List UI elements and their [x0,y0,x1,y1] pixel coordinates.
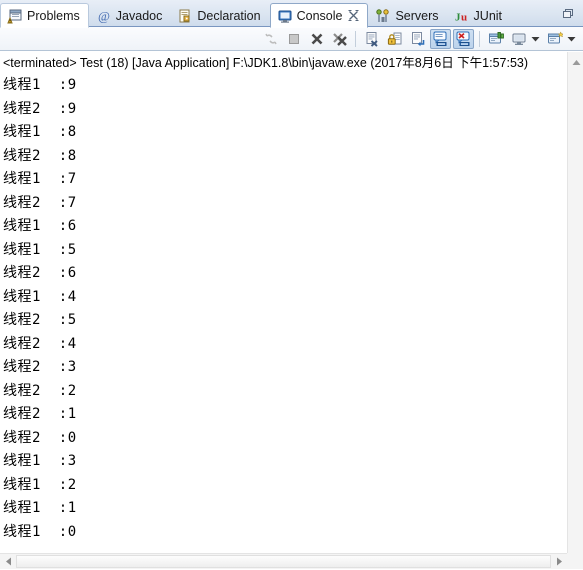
console-view: <terminated> Test (18) [Java Application… [0,52,583,569]
tab-javadoc[interactable]: @ Javadoc [90,4,171,28]
tab-javadoc-label: Javadoc [115,9,163,23]
pin-console-button[interactable] [485,29,506,49]
console-line: 线程2 :1 [3,406,77,422]
console-line: 线程2 :6 [3,265,77,281]
horizontal-scrollbar[interactable] [0,553,567,569]
scrollbar-corner [567,553,583,569]
console-line: 线程2 :3 [3,359,77,375]
tab-junit[interactable]: J u JUnit [448,4,510,28]
tab-servers[interactable]: Servers [369,4,446,28]
junit-icon: J u [454,8,470,24]
console-line: 线程1 :6 [3,218,77,234]
display-selected-console-dropdown-icon[interactable] [530,29,541,49]
console-line: 线程2 :4 [3,335,77,352]
svg-text:u: u [461,12,467,24]
console-line: 线程2 :9 [3,100,77,117]
restore-view-icon[interactable] [561,7,577,21]
close-icon[interactable] [348,10,359,21]
toolbar-separator-2 [479,30,480,47]
javadoc-icon: @ [96,8,112,24]
console-line: 线程1 :2 [3,476,77,493]
relaunch-button[interactable] [260,29,281,49]
toolbar-separator-1 [355,30,356,47]
scroll-up-icon[interactable] [568,54,583,70]
tab-declaration[interactable]: Declaration [171,4,268,28]
horizontal-scroll-thumb[interactable] [16,555,551,568]
remove-all-terminated-button[interactable] [329,29,350,49]
svg-text:@: @ [98,9,110,24]
tab-console-label: Console [296,8,343,23]
show-console-on-error-button[interactable] [453,28,474,49]
console-line: 线程2 :2 [3,382,77,399]
clear-console-button[interactable] [361,29,382,49]
display-selected-console-button[interactable] [508,29,529,49]
console-line: 线程1 :5 [3,241,77,258]
tab-problems[interactable]: Problems [0,3,89,28]
console-output-area[interactable]: <terminated> Test (18) [Java Application… [0,52,567,553]
scroll-right-icon[interactable] [551,554,567,570]
tab-servers-label: Servers [395,9,439,23]
tab-declaration-label: Declaration [197,9,261,23]
console-line: 线程2 :5 [3,312,77,328]
tab-problems-label: Problems [27,8,80,23]
tab-console[interactable]: Console [269,3,369,28]
show-console-on-output-button[interactable] [430,28,451,49]
console-line: 线程1 :9 [3,77,77,93]
console-toolbar [0,27,583,51]
view-tab-bar: Problems @ Javadoc Declaration Console S… [0,0,583,28]
remove-launch-button[interactable] [306,29,327,49]
console-line: 线程2 :8 [3,147,77,164]
console-icon [277,8,293,24]
open-console-dropdown-icon[interactable] [566,29,577,49]
console-line: 线程1 :8 [3,124,77,140]
terminate-button[interactable] [283,29,304,49]
declaration-icon [177,8,193,24]
console-line: 线程2 :7 [3,194,77,211]
console-lines: 线程1 :9 线程2 :9 线程1 :8 线程2 :8 线程1 :7 线程2 :7 线程1 … [3,74,567,544]
tab-junit-label: JUnit [473,9,503,23]
servers-icon [375,8,391,24]
vertical-scrollbar[interactable] [567,52,583,553]
problems-icon [7,8,23,24]
console-line: 线程1 :1 [3,500,77,516]
console-line: 线程1 :3 [3,453,77,469]
word-wrap-button[interactable] [407,29,428,49]
console-line: 线程1 :7 [3,171,77,187]
scroll-lock-button[interactable] [384,29,405,49]
open-console-button[interactable] [544,29,565,49]
console-line: 线程2 :0 [3,429,77,446]
console-line: 线程1 :4 [3,288,77,305]
console-line: 线程1 :0 [3,523,77,540]
scroll-left-icon[interactable] [0,554,16,570]
console-launch-header: <terminated> Test (18) [Java Application… [3,56,529,70]
